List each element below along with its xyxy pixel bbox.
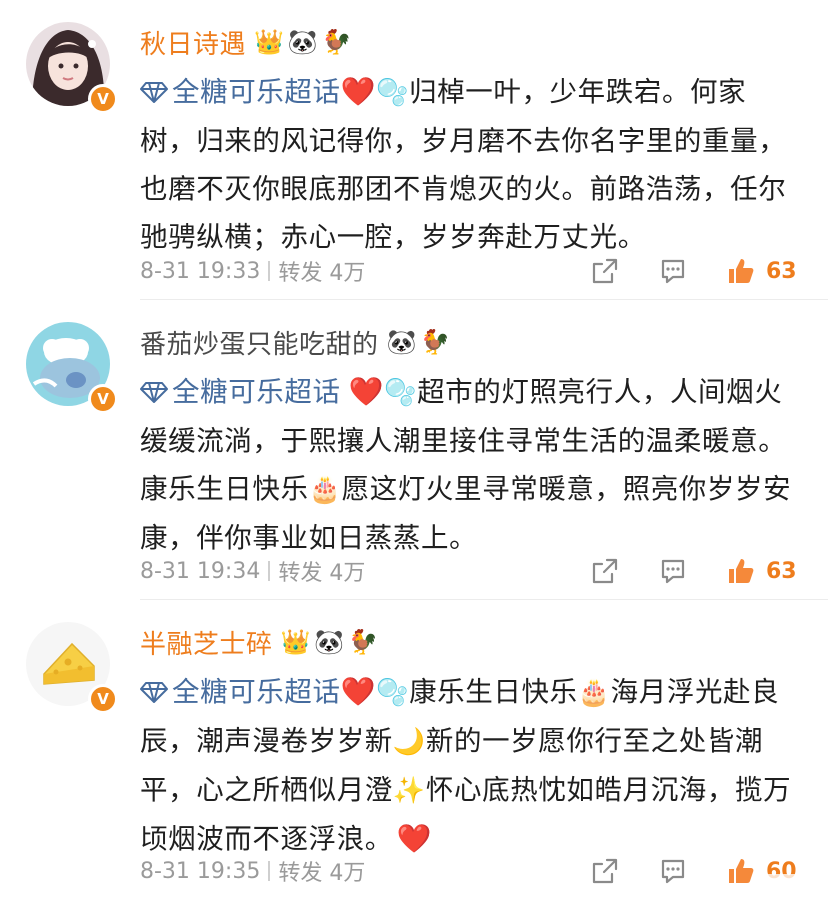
verified-v-icon: V — [88, 84, 118, 114]
comment-text: 全糖可乐超话 ❤️🫧超市的灯照亮行人，人间烟火缓缓流淌，于熙攘人潮里接住寻常生活的… — [140, 368, 800, 562]
heart-emoji: ❤️ — [348, 375, 385, 408]
verified-v-icon: V — [88, 384, 118, 414]
moon-emoji: 🌙 — [392, 727, 426, 757]
comment-item: V 番茄炒蛋只能吃甜的 🐼 🐓 全糖可乐超话 ❤️🫧超市的灯照亮行人，人间烟火缓缓… — [0, 300, 828, 600]
panda-badge-icon: 🐼 — [386, 328, 417, 356]
bubbles-emoji: 🫧 — [384, 378, 418, 408]
meta-divider — [268, 261, 271, 281]
comment-icon[interactable] — [658, 256, 688, 286]
sparkles-emoji: ✨ — [392, 776, 426, 806]
comment-body-text: 康乐生日快乐 — [409, 676, 578, 708]
topic-link[interactable]: 全糖可乐超话 — [140, 676, 341, 708]
comment-item: V 半融芝士碎 👑 🐼 🐓 全糖可乐超话❤️🫧康乐生日快乐🎂海月浮光赴良辰，潮声… — [0, 600, 828, 912]
timestamp: 8-31 19:34 — [140, 558, 261, 584]
repost-count[interactable]: 转发 4万 — [278, 855, 365, 887]
like-button[interactable]: 63 — [726, 556, 797, 586]
avatar[interactable]: V — [26, 622, 118, 714]
thumbs-up-icon[interactable] — [726, 556, 756, 586]
cake-emoji: 🎂 — [577, 678, 611, 708]
bubbles-emoji: 🫧 — [376, 678, 410, 708]
timestamp: 8-31 19:33 — [140, 258, 261, 284]
heart-emoji: ❤️ — [340, 75, 377, 108]
comment-icon[interactable] — [658, 556, 688, 586]
panda-badge-icon: 🐼 — [314, 628, 345, 656]
comment-actions: 63 — [590, 553, 797, 589]
verified-v-icon: V — [88, 684, 118, 714]
username[interactable]: 番茄炒蛋只能吃甜的 — [140, 324, 379, 361]
diamond-topic-icon — [140, 682, 168, 703]
diamond-topic-icon — [140, 82, 168, 103]
comment-feed: V 秋日诗遇 👑 🐼 🐓 全糖可乐超话❤️🫧归棹一叶，少年跌宕。何家树，归来的风… — [0, 0, 828, 912]
comment-actions: 63 — [590, 253, 797, 289]
comment-text: 全糖可乐超话❤️🫧康乐生日快乐🎂海月浮光赴良辰，潮声漫卷岁岁新🌙新的一岁愿你行至… — [140, 668, 800, 863]
cake-emoji: 🎂 — [308, 475, 342, 505]
crown-badge-icon: 👑 — [280, 628, 311, 656]
comment-meta: 8-31 19:33 转发 4万 — [140, 255, 365, 287]
rooster-badge-icon: 🐓 — [420, 328, 451, 356]
comment-text: 全糖可乐超话❤️🫧归棹一叶，少年跌宕。何家树，归来的风记得你，岁月磨不去你名字里… — [140, 68, 800, 261]
comment-meta: 8-31 19:35 转发 4万 — [140, 855, 365, 887]
username[interactable]: 秋日诗遇 — [140, 24, 246, 61]
like-count: 63 — [766, 558, 797, 584]
comment-icon[interactable] — [658, 856, 688, 886]
topic-label[interactable]: 全糖可乐超话 — [172, 76, 341, 108]
crown-badge-icon: 👑 — [254, 28, 284, 56]
like-button[interactable]: 63 — [726, 256, 797, 286]
repost-count[interactable]: 转发 4万 — [278, 555, 365, 587]
comment-meta: 8-31 19:34 转发 4万 — [140, 555, 365, 587]
diamond-topic-icon — [140, 382, 168, 403]
avatar[interactable]: V — [26, 22, 118, 114]
topic-label[interactable]: 全糖可乐超话 — [172, 376, 341, 408]
thumbs-up-icon[interactable] — [726, 256, 756, 286]
heart-emoji: ❤️ — [396, 822, 433, 855]
share-icon[interactable] — [590, 256, 620, 286]
topic-label[interactable]: 全糖可乐超话 — [172, 676, 341, 708]
rooster-badge-icon: 🐓 — [348, 628, 379, 656]
topic-link[interactable]: 全糖可乐超话 — [140, 376, 341, 408]
like-count: 63 — [766, 258, 797, 284]
panda-badge-icon: 🐼 — [287, 28, 318, 56]
comment-item: V 秋日诗遇 👑 🐼 🐓 全糖可乐超话❤️🫧归棹一叶，少年跌宕。何家树，归来的风… — [0, 0, 828, 300]
topic-link[interactable]: 全糖可乐超话 — [140, 76, 341, 108]
rooster-badge-icon: 🐓 — [321, 28, 352, 56]
meta-divider — [268, 561, 271, 581]
share-icon[interactable] — [590, 856, 620, 886]
watermark-overlay — [752, 874, 816, 906]
repost-count[interactable]: 转发 4万 — [278, 255, 365, 287]
meta-divider — [268, 861, 271, 881]
bubbles-emoji: 🫧 — [376, 78, 410, 108]
username[interactable]: 半融芝士碎 — [140, 624, 273, 661]
share-icon[interactable] — [590, 556, 620, 586]
avatar[interactable]: V — [26, 322, 118, 414]
heart-emoji: ❤️ — [340, 675, 377, 708]
timestamp: 8-31 19:35 — [140, 858, 261, 884]
